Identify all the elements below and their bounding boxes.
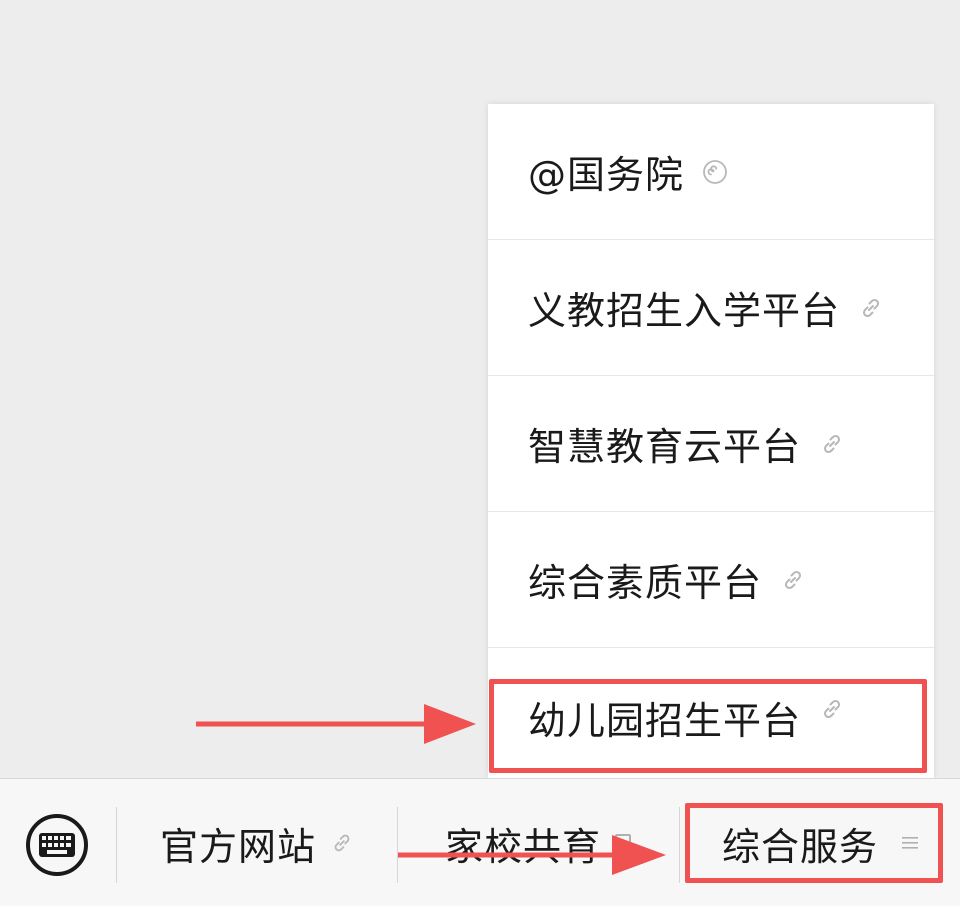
bar-item-home-school[interactable]: 家校共育 (398, 779, 678, 906)
link-icon (784, 570, 802, 589)
menu-item-state-council[interactable]: @国务院 (488, 104, 934, 240)
link-icon (862, 298, 880, 317)
menu-item-enrollment-platform[interactable]: 义教招生入学平台 (488, 240, 934, 376)
menu-item-label: 综合素质平台 (528, 561, 763, 605)
bar-item-label: 官方网站 (159, 824, 316, 869)
arrow-to-kindergarten (196, 704, 476, 744)
keyboard-icon[interactable] (25, 813, 89, 877)
bar-item-official-website[interactable]: 官方网站 (117, 779, 397, 906)
link-icon (823, 699, 841, 719)
mini-program-icon (703, 159, 727, 184)
menu-item-label: @国务院 (528, 153, 685, 197)
menu-item-label: 智慧教育云平台 (528, 425, 802, 469)
bottom-menu-bar: 官方网站 家校共育 综合服务 (0, 778, 960, 906)
menu-item-label: 义教招生入学平台 (528, 289, 841, 333)
link-icon (823, 434, 841, 453)
menu-item-kindergarten-enrollment[interactable]: 幼儿园招生平台 (488, 648, 934, 784)
menu-item-smart-education-cloud[interactable]: 智慧教育云平台 (488, 376, 934, 512)
link-icon (334, 834, 350, 852)
menu-item-label: 幼儿园招生平台 (528, 699, 802, 743)
square-icon (615, 834, 631, 852)
bar-item-comprehensive-services[interactable]: 综合服务 (680, 779, 960, 906)
bar-item-label: 综合服务 (721, 824, 878, 869)
menu-lines-icon (902, 837, 918, 849)
bar-item-label: 家校共育 (444, 824, 601, 869)
menu-item-comprehensive-quality[interactable]: 综合素质平台 (488, 512, 934, 648)
service-popup-menu: @国务院 义教招生入学平台 智慧教育云平台 综合素质平台 幼儿园招生平台 (488, 104, 934, 778)
